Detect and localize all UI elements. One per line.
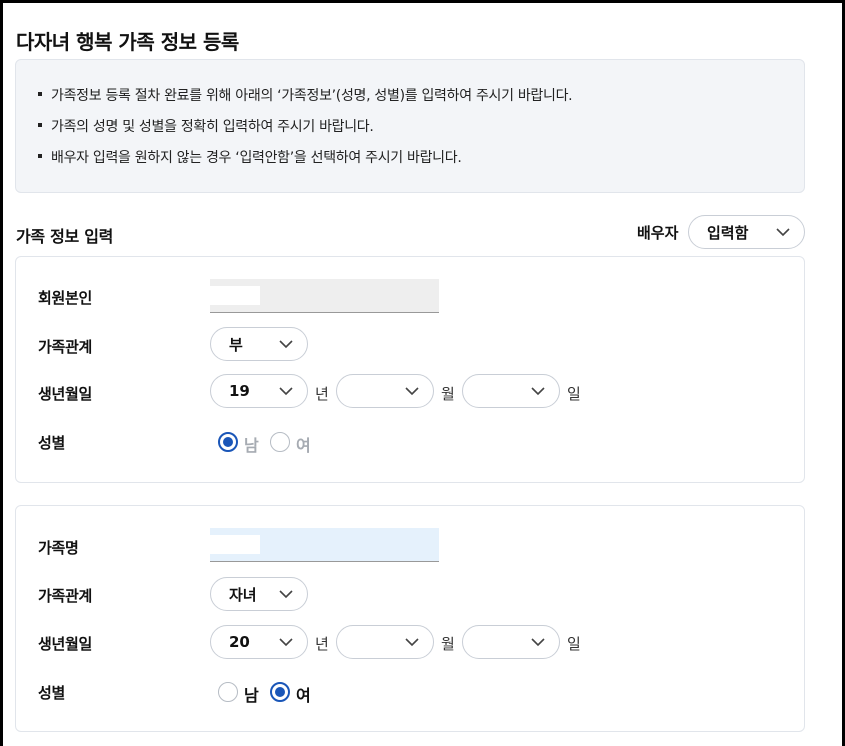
gender-female-radio[interactable] (270, 432, 290, 452)
spouse-select[interactable]: 입력함 (688, 215, 805, 249)
bullet-icon (38, 92, 42, 96)
family-name-input[interactable] (210, 528, 439, 562)
notice-text: 가족정보 등록 절차 완료를 위해 아래의 ‘가족정보’(성명, 성별)를 입력… (51, 88, 573, 104)
day-unit: 일 (567, 635, 581, 653)
relation-label: 가족관계 (38, 587, 93, 605)
notice-list: 가족정보 등록 절차 완료를 위해 아래의 ‘가족정보’(성명, 성별)를 입력… (38, 85, 573, 178)
bullet-icon (38, 154, 42, 158)
gender-label: 성별 (38, 434, 66, 452)
birth-day-select[interactable] (462, 625, 560, 659)
birth-day-select[interactable] (462, 374, 560, 408)
gender-female-label[interactable]: 여 (296, 432, 311, 456)
birth-year-select[interactable]: 19 (210, 374, 308, 408)
notice-text: 배우자 입력을 원하지 않는 경우 ‘입력안함’을 선택하여 주시기 바랍니다. (51, 150, 462, 166)
birth-month-select[interactable] (336, 625, 434, 659)
gender-male-label[interactable]: 남 (244, 682, 259, 706)
gender-female-radio[interactable] (270, 682, 290, 702)
chevron-down-icon (279, 340, 293, 349)
birth-year-select[interactable]: 20 (210, 625, 308, 659)
notice-item: 가족의 성명 및 성별을 정확히 입력하여 주시기 바랍니다. (38, 116, 572, 147)
relation-label: 가족관계 (38, 338, 93, 356)
gender-male-radio[interactable] (218, 682, 238, 702)
notice-item: 배우자 입력을 원하지 않는 경우 ‘입력안함’을 선택하여 주시기 바랍니다. (38, 147, 572, 178)
chevron-down-icon (279, 387, 293, 396)
relation-select-value: 부 (229, 335, 243, 354)
name-label: 가족명 (38, 539, 79, 557)
chevron-down-icon (279, 638, 293, 647)
spouse-label: 배우자 (637, 224, 679, 242)
day-unit: 일 (567, 385, 581, 403)
chevron-down-icon (405, 387, 419, 396)
birth-label: 생년월일 (38, 635, 93, 653)
relation-select[interactable]: 부 (210, 327, 308, 361)
chevron-down-icon (279, 590, 293, 599)
section-title: 가족 정보 입력 (16, 227, 114, 246)
masked-name (210, 286, 260, 305)
gender-male-radio[interactable] (218, 432, 238, 452)
month-unit: 월 (441, 635, 455, 653)
year-unit: 년 (315, 385, 329, 403)
month-unit: 월 (441, 385, 455, 403)
bullet-icon (38, 123, 42, 127)
notice-text: 가족의 성명 및 성별을 정확히 입력하여 주시기 바랍니다. (51, 119, 374, 135)
relation-select-value: 자녀 (229, 585, 257, 604)
gender-label: 성별 (38, 684, 66, 702)
chevron-down-icon (405, 638, 419, 647)
birth-year-value: 20 (229, 633, 250, 651)
gender-male-label[interactable]: 남 (244, 432, 259, 456)
member-name-field (210, 279, 439, 313)
chevron-down-icon (531, 638, 545, 647)
spouse-select-value: 입력함 (707, 223, 749, 242)
notice-item: 가족정보 등록 절차 완료를 위해 아래의 ‘가족정보’(성명, 성별)를 입력… (38, 85, 573, 116)
masked-name (210, 535, 260, 554)
year-unit: 년 (315, 635, 329, 653)
birth-month-select[interactable] (336, 374, 434, 408)
name-label: 회원본인 (38, 289, 93, 307)
birth-label: 생년월일 (38, 385, 93, 403)
gender-female-label[interactable]: 여 (296, 682, 311, 706)
page-title: 다자녀 행복 가족 정보 등록 (16, 30, 239, 54)
relation-select[interactable]: 자녀 (210, 577, 308, 611)
birth-year-value: 19 (229, 382, 250, 400)
notice-box: 가족정보 등록 절차 완료를 위해 아래의 ‘가족정보’(성명, 성별)를 입력… (15, 59, 805, 193)
chevron-down-icon (531, 387, 545, 396)
chevron-down-icon (776, 228, 790, 237)
